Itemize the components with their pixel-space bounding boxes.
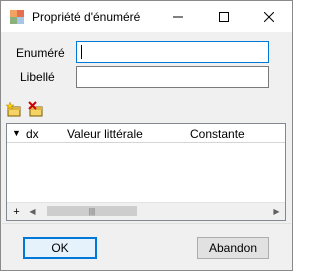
text-caret (81, 45, 82, 59)
column-index[interactable]: dx (26, 127, 39, 141)
cancel-button[interactable]: Abandon (197, 237, 269, 259)
grid-header: ▼ dx Valeur littérale Constante (7, 124, 285, 143)
scroll-thumb[interactable]: ||| (47, 206, 137, 216)
app-icon (10, 10, 24, 24)
minimize-icon (173, 16, 183, 17)
window-title: Propriété d'énuméré (32, 10, 141, 24)
ok-button[interactable]: OK (23, 237, 97, 259)
enumere-label: Enuméré (16, 46, 65, 60)
maximize-icon (219, 11, 229, 22)
column-valeur-litterale[interactable]: Valeur littérale (67, 127, 143, 141)
delete-row-icon[interactable] (28, 101, 44, 117)
separator (2, 223, 291, 224)
close-button[interactable] (246, 1, 292, 32)
scroll-thumb-grip: ||| (88, 206, 96, 216)
libelle-input[interactable] (76, 66, 269, 88)
horizontal-scrollbar[interactable]: + ◀ ||| ▶ (7, 202, 285, 220)
scroll-right-icon[interactable]: ▶ (268, 203, 285, 220)
title-bar[interactable]: Propriété d'énuméré (1, 1, 292, 32)
libelle-label: Libellé (20, 70, 55, 84)
add-row-icon[interactable] (6, 101, 22, 117)
dialog-window: Propriété d'énuméré Enuméré Libellé ▼ dx… (0, 0, 293, 271)
sort-indicator-icon[interactable]: ▼ (12, 128, 21, 138)
scroll-left-icon[interactable]: ◀ (24, 203, 41, 220)
close-icon (264, 11, 274, 22)
maximize-button[interactable] (201, 1, 247, 32)
enumere-input[interactable] (76, 41, 269, 63)
column-constante[interactable]: Constante (190, 127, 245, 141)
scroll-add-button[interactable]: + (8, 203, 25, 220)
values-grid[interactable]: ▼ dx Valeur littérale Constante + ◀ ||| … (6, 123, 286, 221)
minimize-button[interactable] (155, 1, 201, 32)
